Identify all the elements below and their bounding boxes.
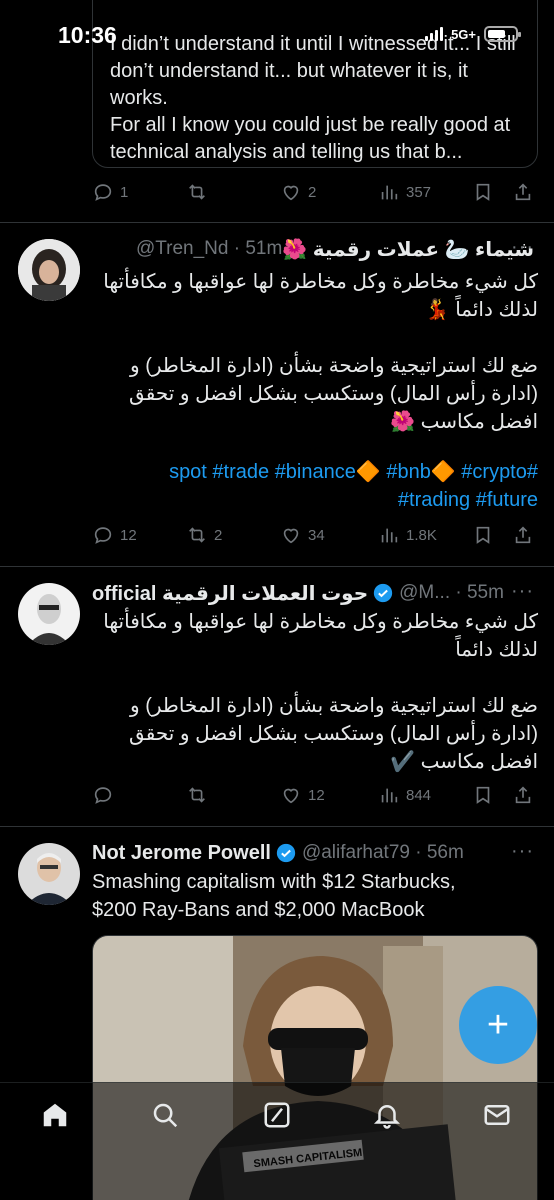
bookmark-icon: [476, 183, 490, 201]
quoted-tweet-text: I didn’t understand it until I witnessed…: [110, 33, 516, 163]
bookmark-button[interactable]: [472, 524, 494, 546]
nav-notifications[interactable]: [372, 1100, 402, 1130]
views-button[interactable]: 357: [378, 181, 431, 203]
grok-icon: [264, 1102, 290, 1128]
bookmark-icon: [476, 526, 490, 544]
tweet-header: Not Jerome Powell @alifarhat79 · 56m: [92, 839, 534, 867]
verified-badge-icon: [276, 843, 296, 863]
search-icon: [153, 1103, 178, 1128]
share-button[interactable]: [512, 524, 534, 546]
share-button[interactable]: [512, 784, 534, 806]
retweet-icon: [189, 787, 205, 803]
avatar-image: [18, 583, 80, 645]
avatar-image: [18, 239, 80, 301]
notifications-icon: [373, 1105, 401, 1129]
divider: [0, 826, 554, 827]
retweet-button[interactable]: [186, 784, 214, 806]
views-button[interactable]: 844: [378, 784, 431, 806]
bookmark-icon: [476, 786, 490, 804]
like-button[interactable]: 12: [280, 784, 325, 806]
share-button[interactable]: [512, 181, 534, 203]
reply-button[interactable]: 1: [92, 181, 128, 203]
more-icon[interactable]: ···: [511, 236, 534, 259]
like-count: 2: [308, 183, 317, 201]
avatar-image: [18, 843, 80, 905]
retweet-count: 2: [214, 526, 223, 544]
reply-icon: [94, 184, 112, 201]
author-handle[interactable]: @alifarhat79 · 56m: [302, 842, 464, 864]
tweet-actions: 12 844: [92, 781, 538, 809]
retweet-icon: [189, 527, 205, 543]
retweet-button[interactable]: 2: [186, 524, 222, 546]
like-button[interactable]: 34: [280, 524, 325, 546]
tweet-text: كل شيء مخاطرة وكل مخاطرة لها عواقبها و م…: [103, 611, 538, 773]
share-icon: [515, 786, 531, 804]
divider: [0, 222, 554, 223]
reply-count: 12: [120, 526, 137, 544]
like-count: 12: [308, 786, 325, 804]
nav-home[interactable]: [40, 1100, 70, 1130]
reply-icon: [94, 527, 112, 544]
reply-count: 1: [120, 183, 129, 201]
author-handle[interactable]: @Tren_Nd · 51m: [136, 238, 282, 260]
views-icon: [381, 788, 398, 803]
tweet-header: شيماء 🦢 عملات رقمية 🌺 @Tren_Nd · 51m: [92, 235, 534, 263]
views-count: 1.8K: [406, 526, 437, 544]
like-button[interactable]: 2: [280, 181, 316, 203]
tweet-text: كل شيء مخاطرة وكل مخاطرة لها عواقبها و م…: [103, 271, 538, 433]
home-icon: [43, 1103, 67, 1127]
tweet-actions: 12 2 34 1.8K: [92, 521, 538, 549]
reply-button[interactable]: [92, 784, 120, 806]
retweet-button[interactable]: [186, 181, 214, 203]
more-icon[interactable]: ···: [511, 840, 534, 863]
heart-icon: [283, 788, 299, 804]
like-count: 34: [308, 526, 325, 544]
tweet-actions: 1 2 357: [92, 178, 538, 206]
share-icon: [515, 183, 531, 201]
nav-search[interactable]: [150, 1100, 180, 1130]
tweet-header: official حوت العملات الرقمية @M... · 55m: [92, 579, 534, 607]
tweet-text: Smashing capitalism with $12 Starbucks, …: [92, 871, 456, 921]
reply-icon: [94, 787, 112, 804]
heart-icon: [283, 185, 299, 201]
avatar[interactable]: [18, 239, 80, 301]
author-handle[interactable]: @M... · 55m: [399, 582, 504, 604]
views-count: 357: [406, 183, 432, 201]
retweet-icon: [189, 184, 205, 200]
author-name[interactable]: شيماء 🦢 عملات رقمية 🌺: [282, 237, 534, 262]
avatar[interactable]: [18, 583, 80, 645]
tweet-hashtags[interactable]: #spot #trade #binance🔶 #bnb🔶 #crypto #tr…: [92, 458, 538, 514]
author-name[interactable]: official حوت العملات الرقمية: [92, 581, 368, 606]
nav-grok[interactable]: [262, 1100, 292, 1130]
nav-messages[interactable]: [482, 1100, 512, 1130]
reply-button[interactable]: 12: [92, 524, 137, 546]
views-count: 844: [406, 786, 432, 804]
share-icon: [515, 526, 531, 544]
bookmark-button[interactable]: [472, 181, 494, 203]
divider: [0, 566, 554, 567]
views-button[interactable]: 1.8K: [378, 524, 437, 546]
more-icon[interactable]: ···: [511, 580, 534, 603]
verified-badge-icon: [373, 583, 393, 603]
avatar[interactable]: [18, 843, 80, 905]
views-icon: [381, 528, 398, 543]
quoted-tweet-card[interactable]: I didn’t understand it until I witnessed…: [92, 0, 538, 168]
author-name[interactable]: Not Jerome Powell: [92, 842, 271, 865]
messages-icon: [484, 1105, 510, 1125]
compose-button[interactable]: +: [459, 986, 537, 1064]
heart-icon: [283, 528, 299, 544]
bookmark-button[interactable]: [472, 784, 494, 806]
views-icon: [381, 185, 398, 200]
